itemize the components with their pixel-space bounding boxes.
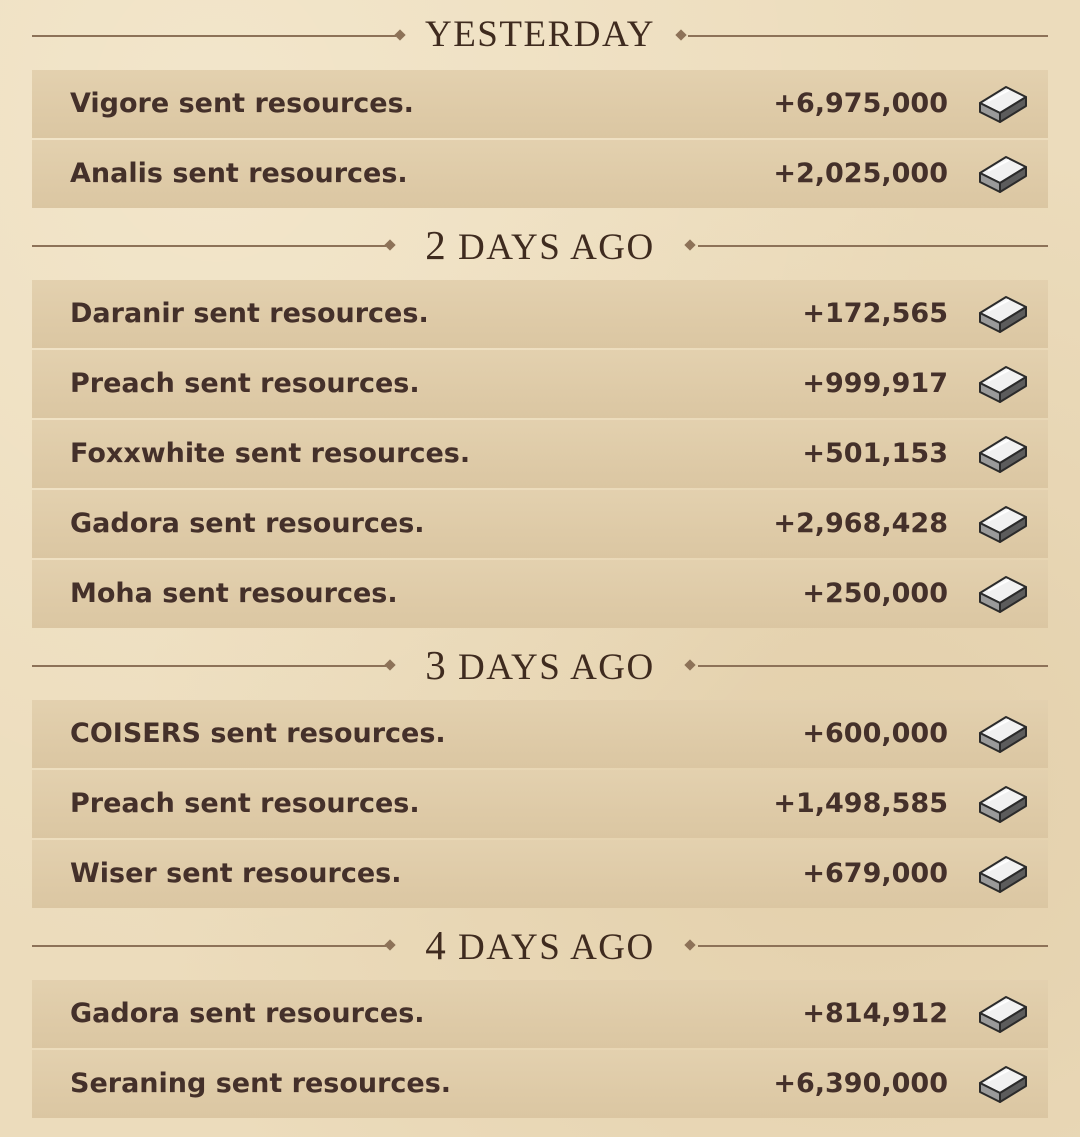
list-item: Preach sent resources. +1,498,585: [32, 770, 1048, 838]
silver-ingot-icon: [979, 576, 1027, 613]
entry-amount: +6,390,000: [773, 1068, 948, 1099]
silver-ingot-icon: [979, 436, 1027, 473]
entry-text: Preach sent resources.: [70, 368, 420, 399]
silver-ingot-icon: [979, 716, 1027, 753]
list-item: Preach sent resources. +999,917: [32, 350, 1048, 418]
silver-ingot-icon: [979, 156, 1027, 193]
section-header-yesterday: YESTERDAY: [0, 0, 1080, 70]
entry-text: Gadora sent resources.: [70, 508, 425, 539]
silver-ingot-icon: [979, 86, 1027, 123]
entry-amount: +679,000: [802, 858, 948, 889]
entry-amount: +1,498,585: [773, 788, 948, 819]
entry-text: Preach sent resources.: [70, 788, 420, 819]
entry-amount: +600,000: [802, 718, 948, 749]
list-item: Gadora sent resources. +2,968,428: [32, 490, 1048, 558]
entry-amount: +2,968,428: [773, 508, 948, 539]
silver-ingot-icon: [979, 996, 1027, 1033]
list-item: Wiser sent resources. +679,000: [32, 840, 1048, 908]
list-item: Seraning sent resources. +6,390,000: [32, 1050, 1048, 1118]
entry-text: Gadora sent resources.: [70, 998, 425, 1029]
entry-text: Seraning sent resources.: [70, 1068, 452, 1099]
list-item: Gadora sent resources. +814,912: [32, 980, 1048, 1048]
resource-log: YESTERDAY Vigore sent resources. +6,975,…: [0, 0, 1080, 1137]
list-item: Analis sent resources. +2,025,000: [32, 140, 1048, 208]
list-item: Vigore sent resources. +6,975,000: [32, 70, 1048, 138]
entry-text: Foxxwhite sent resources.: [70, 438, 471, 469]
entry-amount: +6,975,000: [773, 88, 948, 119]
entry-text: Analis sent resources.: [70, 158, 408, 189]
section-header-2-days-ago: 2 DAYS AGO: [0, 210, 1080, 280]
header-rule-right: [698, 945, 1048, 947]
entry-amount: +501,153: [802, 438, 948, 469]
entry-amount: +814,912: [802, 998, 948, 1029]
list-item: Daranir sent resources. +172,565: [32, 280, 1048, 348]
section-header-4-days-ago: 4 DAYS AGO: [0, 910, 1080, 980]
list-item: Moha sent resources. +250,000: [32, 560, 1048, 628]
entry-text: Vigore sent resources.: [70, 88, 414, 119]
entry-text: Wiser sent resources.: [70, 858, 402, 889]
section-header-3-days-ago: 3 DAYS AGO: [0, 630, 1080, 700]
list-item: Foxxwhite sent resources. +501,153: [32, 420, 1048, 488]
silver-ingot-icon: [979, 366, 1027, 403]
silver-ingot-icon: [979, 296, 1027, 333]
silver-ingot-icon: [979, 786, 1027, 823]
entry-text: Moha sent resources.: [70, 578, 398, 609]
silver-ingot-icon: [979, 1066, 1027, 1103]
header-rule-right: [698, 245, 1048, 247]
silver-ingot-icon: [979, 856, 1027, 893]
list-item: COISERS sent resources. +600,000: [32, 700, 1048, 768]
entry-amount: +999,917: [802, 368, 948, 399]
entry-text: Daranir sent resources.: [70, 298, 429, 329]
header-rule-right: [688, 35, 1048, 37]
entry-amount: +172,565: [802, 298, 948, 329]
entry-text: COISERS sent resources.: [70, 718, 446, 749]
entry-amount: +250,000: [802, 578, 948, 609]
silver-ingot-icon: [979, 506, 1027, 543]
entry-amount: +2,025,000: [773, 158, 948, 189]
header-rule-right: [698, 665, 1048, 667]
